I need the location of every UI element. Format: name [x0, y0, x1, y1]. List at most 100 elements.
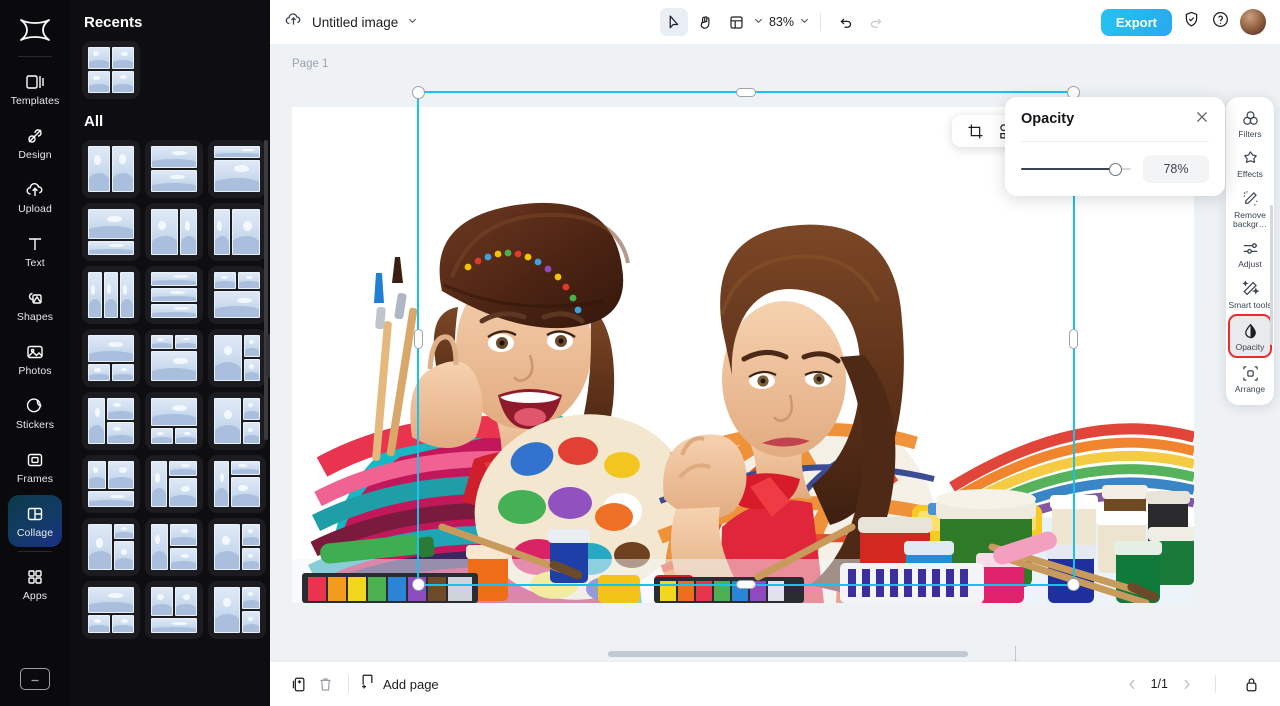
filters-circles-icon	[1240, 108, 1260, 128]
stickers-icon	[24, 395, 46, 417]
tool-label: Effects	[1237, 169, 1263, 180]
sidebar-item-upload[interactable]: Upload	[8, 171, 62, 223]
shield-check-icon[interactable]	[1182, 10, 1201, 34]
sidebar-item-text[interactable]: Text	[8, 225, 62, 277]
rail-divider	[18, 56, 52, 57]
rail-scrollbar[interactable]	[1270, 205, 1273, 345]
sidebar-item-apps[interactable]: Apps	[8, 558, 62, 610]
collage-thumbnail[interactable]	[82, 518, 140, 576]
resize-handle-top[interactable]	[736, 88, 756, 97]
sidebar-item-stickers[interactable]: Stickers	[8, 387, 62, 439]
frames-icon	[24, 449, 46, 471]
layout-tool-button[interactable]	[722, 8, 750, 36]
remove-background-icon	[1240, 189, 1260, 209]
collage-thumbnail[interactable]	[208, 140, 266, 198]
collage-thumbnail[interactable]	[208, 266, 266, 324]
collage-thumbnail[interactable]	[145, 392, 203, 450]
sidebar-item-shapes[interactable]: Shapes	[8, 279, 62, 331]
collage-thumbnail-recent[interactable]	[82, 41, 140, 99]
canvas-area[interactable]: Page 1 Opacity 78% Filters Effects Remov…	[270, 45, 1280, 661]
prev-page-button[interactable]	[1126, 678, 1139, 691]
delete-page-button[interactable]	[312, 671, 338, 697]
bottombar-divider	[348, 675, 349, 693]
help-circle-icon[interactable]	[1211, 10, 1230, 34]
tool-filters[interactable]: Filters	[1228, 103, 1272, 143]
collage-thumbnail[interactable]	[82, 581, 140, 639]
zoom-level[interactable]: 83%	[767, 15, 796, 29]
collage-thumbnail[interactable]	[82, 392, 140, 450]
design-icon	[24, 125, 46, 147]
tool-opacity[interactable]: Opacity	[1228, 314, 1272, 359]
add-page-button[interactable]: Add page	[359, 673, 439, 695]
collage-thumbnail[interactable]	[145, 140, 203, 198]
collage-thumbnail[interactable]	[208, 455, 266, 513]
collage-thumbnail[interactable]	[145, 581, 203, 639]
resize-handle-top-left[interactable]	[412, 86, 425, 99]
add-page-label: Add page	[383, 676, 439, 692]
tool-adjust[interactable]: Adjust	[1228, 233, 1272, 273]
collage-thumbnail[interactable]	[82, 203, 140, 261]
collage-thumbnail[interactable]	[208, 518, 266, 576]
toolbar-divider	[820, 13, 822, 31]
canvas-horizontal-scrollbar[interactable]	[608, 651, 968, 657]
templates-icon	[24, 71, 46, 93]
tool-remove-background[interactable]: Remove backgr…	[1228, 184, 1272, 234]
zoom-chevron-down-icon[interactable]	[799, 13, 810, 31]
panel-collapse-handle[interactable]	[266, 333, 270, 379]
document-title[interactable]: Untitled image	[312, 15, 398, 30]
tool-label: Filters	[1238, 129, 1262, 139]
sidebar-item-templates[interactable]: Templates	[8, 63, 62, 115]
sidebar-item-frames[interactable]: Frames	[8, 441, 62, 493]
sidebar-item-design[interactable]: Design	[8, 117, 62, 169]
tool-arrange[interactable]: Arrange	[1228, 358, 1272, 398]
select-tool-button[interactable]	[659, 8, 688, 36]
collage-thumbnail[interactable]	[208, 203, 266, 261]
collage-thumbnail[interactable]	[145, 455, 203, 513]
hourglass-logo-icon[interactable]	[15, 14, 55, 46]
slider-knob[interactable]	[1108, 162, 1122, 176]
shapes-icon	[24, 287, 46, 309]
slider-fill	[1021, 168, 1115, 170]
redo-button[interactable]	[862, 8, 890, 36]
chevron-down-icon[interactable]	[407, 13, 418, 31]
crop-button[interactable]	[962, 118, 988, 144]
lock-button[interactable]	[1238, 671, 1264, 697]
opacity-value[interactable]: 78%	[1143, 155, 1209, 183]
collage-thumbnail[interactable]	[208, 581, 266, 639]
collage-thumbnail[interactable]	[82, 140, 140, 198]
collage-thumbnail[interactable]	[82, 329, 140, 387]
collage-thumbnail[interactable]	[208, 392, 266, 450]
sidebar-item-label: Templates	[10, 95, 60, 108]
add-page-icon	[359, 673, 376, 695]
keyboard-shortcuts-icon[interactable]	[20, 668, 50, 690]
collage-thumbnail[interactable]	[145, 266, 203, 324]
collage-thumbnail[interactable]	[145, 329, 203, 387]
effects-sparkle-icon	[1240, 148, 1260, 168]
collage-thumbnail[interactable]	[208, 329, 266, 387]
sidebar-item-photos[interactable]: Photos	[8, 333, 62, 385]
collage-panel-scroll[interactable]: Recents All	[70, 0, 270, 706]
duplicate-page-button[interactable]	[286, 671, 312, 697]
tool-smart-tools[interactable]: Smart tools	[1228, 274, 1272, 314]
next-page-button[interactable]	[1180, 678, 1193, 691]
user-avatar[interactable]	[1240, 9, 1266, 35]
hand-tool-button[interactable]	[691, 8, 719, 36]
tool-label: Remove backgr…	[1232, 209, 1267, 230]
tool-effects[interactable]: Effects	[1228, 143, 1272, 183]
close-icon[interactable]	[1195, 110, 1209, 129]
collage-thumbnail[interactable]	[145, 518, 203, 576]
collage-thumbnail[interactable]	[145, 203, 203, 261]
opacity-slider[interactable]	[1021, 161, 1131, 177]
sidebar-item-label: Apps	[22, 590, 48, 603]
topbar-right: Export	[1100, 8, 1266, 36]
bottombar-right: 1/1	[1126, 671, 1264, 697]
sidebar-item-collage[interactable]: Collage	[8, 495, 62, 547]
export-button[interactable]: Export	[1100, 8, 1172, 36]
undo-button[interactable]	[831, 8, 859, 36]
collage-thumbnail[interactable]	[82, 455, 140, 513]
layout-chevron-down-icon[interactable]	[753, 13, 764, 31]
cloud-save-icon[interactable]	[284, 10, 303, 34]
collage-thumbnail[interactable]	[82, 266, 140, 324]
panel-scrollbar[interactable]	[264, 140, 268, 440]
arrange-icon	[1240, 363, 1260, 383]
